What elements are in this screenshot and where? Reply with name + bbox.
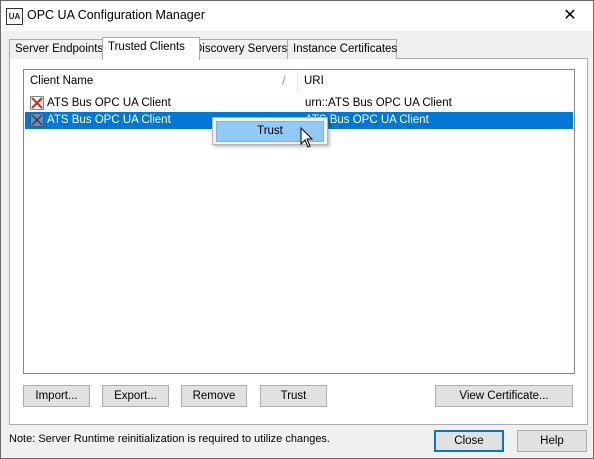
remove-button[interactable]: Remove bbox=[181, 385, 247, 407]
list-item[interactable]: ATS Bus OPC UA Client urn::ATS Bus OPC U… bbox=[25, 95, 573, 112]
view-certificate-button[interactable]: View Certificate... bbox=[435, 385, 573, 407]
tab-trusted-clients[interactable]: Trusted Clients bbox=[102, 37, 200, 60]
tab-server-endpoints[interactable]: Server Endpoints bbox=[9, 39, 108, 59]
main-window: UA OPC UA Configuration Manager ✕ Server… bbox=[0, 0, 594, 459]
mouse-pointer-icon bbox=[300, 127, 314, 148]
client-name-cell: ATS Bus OPC UA Client bbox=[47, 114, 171, 126]
column-header-client-name[interactable]: Client Name bbox=[30, 75, 93, 87]
trusted-clients-list[interactable]: Client Name / URI ATS Bus OPC UA Client … bbox=[23, 69, 575, 374]
export-button[interactable]: Export... bbox=[102, 385, 169, 407]
column-divider bbox=[297, 71, 298, 93]
column-header-uri[interactable]: URI bbox=[304, 75, 324, 87]
close-icon[interactable]: ✕ bbox=[547, 1, 593, 31]
help-button[interactable]: Help bbox=[517, 430, 587, 452]
tab-discovery-servers[interactable]: Discovery Servers bbox=[188, 39, 292, 59]
uri-cell: urn::ATS Bus OPC UA Client bbox=[305, 97, 452, 109]
app-icon: UA bbox=[6, 8, 23, 25]
import-button[interactable]: Import... bbox=[23, 385, 90, 407]
status-note: Note: Server Runtime reinitialization is… bbox=[9, 433, 330, 445]
rejected-certificate-icon bbox=[30, 96, 44, 110]
title-bar: UA OPC UA Configuration Manager ✕ bbox=[1, 1, 593, 31]
footer-separator bbox=[1, 423, 593, 424]
client-name-cell: ATS Bus OPC UA Client bbox=[47, 97, 171, 109]
tab-instance-certificates[interactable]: Instance Certificates bbox=[287, 39, 397, 59]
certificate-icon bbox=[30, 113, 44, 127]
list-header: Client Name / URI bbox=[24, 70, 574, 94]
column-resize-handle[interactable]: / bbox=[282, 73, 286, 88]
close-button[interactable]: Close bbox=[434, 430, 504, 452]
trust-button[interactable]: Trust bbox=[260, 385, 327, 407]
window-title: OPC UA Configuration Manager bbox=[27, 8, 205, 22]
